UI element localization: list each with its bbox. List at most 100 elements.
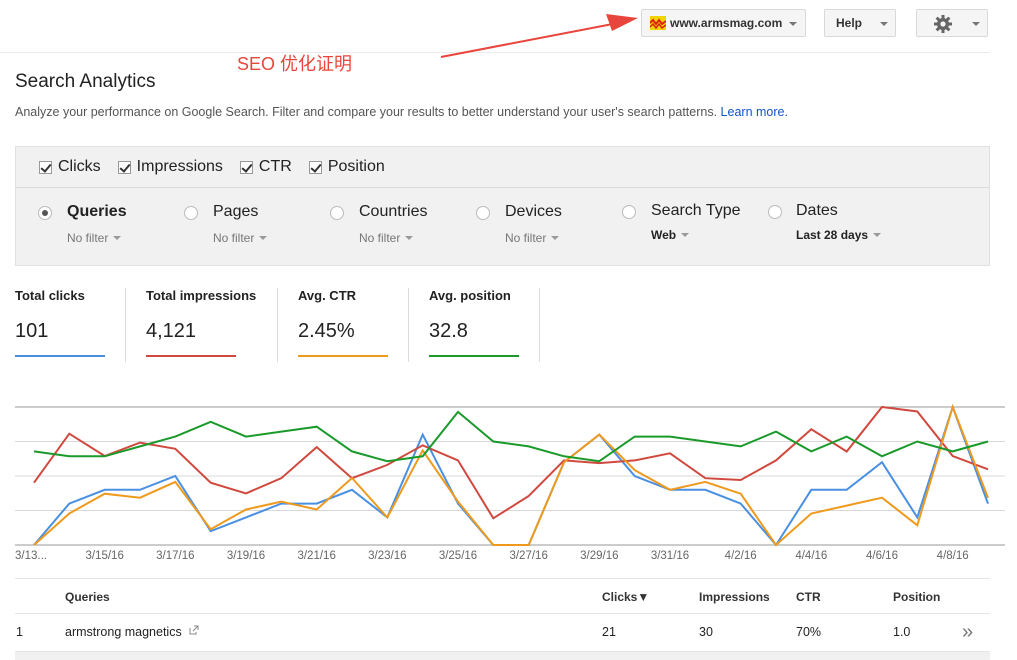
x-tick-label: 3/13... <box>15 550 47 562</box>
site-name: www.armsmag.com <box>670 16 783 30</box>
help-button[interactable]: Help <box>824 9 896 37</box>
dates-dropdown[interactable]: Last 28 days <box>796 228 882 242</box>
radio-icon[interactable] <box>476 206 490 220</box>
pages-filter-dropdown[interactable]: No filter <box>213 231 268 245</box>
column-header-ctr[interactable]: CTR <box>796 590 821 604</box>
query-cell: armstrong magnetics <box>65 625 199 639</box>
chevron-down-icon <box>880 22 888 26</box>
dimension-label: Devices <box>505 203 562 220</box>
avg-ctr: Avg. CTR 2.45% <box>298 288 388 362</box>
devices-filter-dropdown[interactable]: No filter <box>505 231 560 245</box>
top-divider <box>0 52 990 53</box>
learn-more-link[interactable]: Learn more. <box>721 105 788 119</box>
x-tick-label: 3/15/16 <box>85 550 123 562</box>
filter-label: No filter <box>67 231 109 245</box>
x-tick-label: 4/8/16 <box>937 550 969 562</box>
metric-ctr-checkbox[interactable]: CTR <box>239 158 292 176</box>
chevron-down-icon <box>405 236 414 240</box>
external-link-icon[interactable] <box>189 625 199 635</box>
dimension-label: Dates <box>796 202 838 219</box>
dimension-label: Pages <box>213 203 259 220</box>
series-color-line <box>15 355 105 357</box>
performance-chart[interactable]: 3/13... 3/15/16 3/17/16 3/19/16 3/21/16 3/23/… <box>0 395 1017 567</box>
total-label: Total clicks <box>15 288 85 303</box>
column-header-queries[interactable]: Queries <box>65 590 110 604</box>
metric-label: Impressions <box>136 158 223 175</box>
table-row[interactable]: 1 armstrong magnetics 21 30 70% 1.0 » <box>15 614 990 652</box>
checkbox-icon <box>117 160 131 174</box>
queries-filter-dropdown[interactable]: No filter <box>67 231 122 245</box>
position-cell: 1.0 <box>893 625 911 639</box>
x-tick-label: 3/29/16 <box>580 550 618 562</box>
total-label: Avg. position <box>429 288 511 303</box>
chevron-down-icon <box>113 236 122 240</box>
countries-filter-dropdown[interactable]: No filter <box>359 231 414 245</box>
ctr-cell: 70% <box>796 625 822 639</box>
dimension-label: Search Type <box>651 202 741 219</box>
dimensions-row: Queries No filter Pages No filter Countr… <box>16 189 989 266</box>
x-tick-label: 4/6/16 <box>866 550 898 562</box>
search-type-dropdown[interactable]: Web <box>651 228 690 242</box>
filter-label: No filter <box>359 231 401 245</box>
expand-row-icon[interactable]: » <box>962 621 973 644</box>
total-value: 101 <box>15 320 49 342</box>
radio-icon[interactable] <box>184 206 198 220</box>
radio-icon[interactable] <box>330 206 344 220</box>
radio-selected-icon[interactable] <box>38 206 52 220</box>
divider <box>539 288 540 362</box>
metric-impressions-checkbox[interactable]: Impressions <box>117 158 223 176</box>
x-tick-label: 3/23/16 <box>368 550 406 562</box>
filter-label: Last 28 days <box>796 228 869 242</box>
chevron-down-icon <box>681 233 690 237</box>
help-label: Help <box>836 16 863 30</box>
site-selector[interactable]: www.armsmag.com <box>641 9 806 37</box>
x-tick-label: 3/31/16 <box>651 550 689 562</box>
table-header: Queries Clicks▼ Impressions CTR Position <box>15 578 990 614</box>
chevron-down-icon <box>873 233 882 237</box>
radio-icon[interactable] <box>768 205 782 219</box>
query-text: armstrong magnetics <box>65 625 182 639</box>
total-value: 32.8 <box>429 320 468 342</box>
x-tick-label: 3/27/16 <box>509 550 547 562</box>
divider <box>125 288 126 362</box>
checkbox-icon <box>239 160 253 174</box>
series-color-line <box>429 355 519 357</box>
page-description: Analyze your performance on Google Searc… <box>15 105 788 119</box>
radio-icon[interactable] <box>622 205 636 219</box>
settings-button[interactable] <box>916 9 988 37</box>
metric-clicks-checkbox[interactable]: Clicks <box>39 158 101 176</box>
dimension-label: Countries <box>359 203 428 220</box>
total-clicks: Total clicks 101 <box>15 288 105 362</box>
series-color-line <box>146 355 236 357</box>
metric-position-checkbox[interactable]: Position <box>308 158 385 176</box>
row-index: 1 <box>16 625 23 639</box>
top-bar: www.armsmag.com Help <box>0 0 1017 52</box>
chevron-down-icon <box>551 236 560 240</box>
x-tick-label: 4/2/16 <box>725 550 757 562</box>
description-text: Analyze your performance on Google Searc… <box>15 105 718 119</box>
column-header-position[interactable]: Position <box>893 590 940 604</box>
metric-label: Clicks <box>58 158 101 175</box>
filter-label: No filter <box>505 231 547 245</box>
impressions-cell: 30 <box>699 625 713 639</box>
site-logo-icon <box>650 16 666 30</box>
clicks-cell: 21 <box>602 625 616 639</box>
x-tick-label: 4/4/16 <box>795 550 827 562</box>
page-title: Search Analytics <box>15 71 156 92</box>
x-tick-label: 3/19/16 <box>227 550 265 562</box>
metric-label: CTR <box>258 158 292 175</box>
table-next-row <box>15 652 990 660</box>
chevron-down-icon <box>972 22 980 26</box>
total-value: 2.45% <box>298 320 355 342</box>
chevron-down-icon <box>259 236 268 240</box>
metrics-row: Clicks Impressions CTR Position <box>16 147 989 188</box>
avg-position: Avg. position 32.8 <box>429 288 519 362</box>
chevron-down-icon <box>789 22 797 26</box>
total-label: Total impressions <box>146 288 257 303</box>
column-header-impressions[interactable]: Impressions <box>699 590 770 604</box>
series-color-line <box>298 355 388 357</box>
column-header-clicks[interactable]: Clicks▼ <box>602 590 649 604</box>
x-tick-label: 3/17/16 <box>156 550 194 562</box>
checkbox-icon <box>308 160 322 174</box>
x-tick-label: 3/21/16 <box>297 550 335 562</box>
